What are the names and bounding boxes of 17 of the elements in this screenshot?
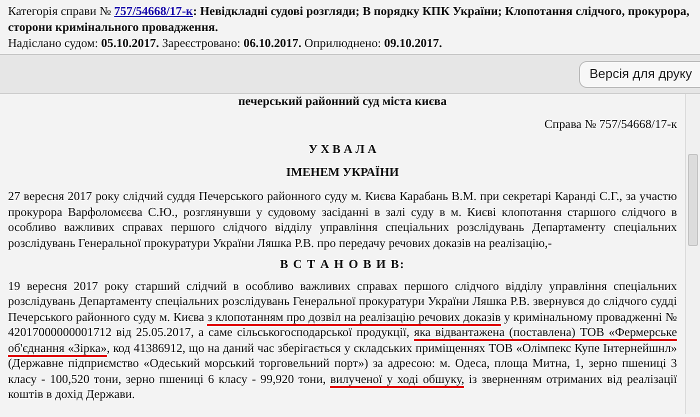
- case-category: Категорія справи № 757/54668/17-к: Невідкладні судові розгляди; В порядку КПК України; Клопотання слідчого, прокурора, сторони кримінального провадження.: [8, 3, 690, 35]
- court-name: печерський районний суд міста києва: [238, 94, 447, 108]
- document-subtitle: ІМЕНЕМ УКРАЇНИ: [286, 164, 399, 178]
- document-title: У Х В А Л А: [308, 142, 376, 156]
- scrollbar[interactable]: [685, 94, 700, 414]
- case-link[interactable]: 757/54668/17-к: [114, 4, 193, 18]
- intro-paragraph: 27 вересня 2017 року слідчий суддя Печерського районного суду м. Києва Карабань В.М. при секретарі Каранді С.Г., за участю прокурора Варфоломєєва С.Ю., розглянувши у судовому засіданні в залі суду в м. Києві клопотання старшого слідчого в особливо важливих справах першого слідчого відділу управління спеціальних розслідувань Департаменту спеціальних розслідувань Генеральної прокуратури України Ляшка Р.В. про передачу речових доказів на реалізацію,-: [8, 189, 677, 251]
- case-number: Справа № 757/54668/17-к: [544, 116, 677, 130]
- date-value: 05.10.2017.: [101, 36, 160, 50]
- section-heading: В С Т А Н О В И В:: [280, 257, 405, 271]
- date-value: 06.10.2017.: [243, 36, 302, 50]
- print-version-button[interactable]: Версія для друку: [578, 61, 700, 88]
- date-value: 09.10.2017.: [384, 36, 442, 50]
- body-paragraph: 19 вересня 2017 року старший слідчий в особливо важливих справах першого слідчого відділу управління спеціальних розслідувань Департаменту спеціальних розслідувань Генеральної прокуратури України Ляшка Р.В. звернувся до слідчого судді Печерського районного суду м. Києва з клопотанням про дозвіл на реалізацію речових доказів у кримінальному провадженні № 42017000000001712 від 25.05.2017, а саме сільськогосподарської продукції, яка відвантажена (поставлена) ТОВ «Фермерське об'єднання «Зірка», код 41386912, що на даний час зберігається у складських приміщеннях ТОВ «Олімпекс Купе Інтернейшнл» (Державне підприємство «Одеський морський торговельний порт») за адресою: м. Одеса, площа Митна, 1, зерно пшениці 3 класу - 100,520 тони, зерно пшениці 6 класу - 99,920 тони, вилученої у ході обшуку, із зверненням отриманих від реалізації коштів в дохід Держави.: [8, 278, 677, 402]
- date-label: Надіслано судом:: [8, 36, 98, 50]
- date-label: Оприлюднено:: [304, 36, 382, 50]
- date-label: Зареєстровано:: [162, 36, 240, 50]
